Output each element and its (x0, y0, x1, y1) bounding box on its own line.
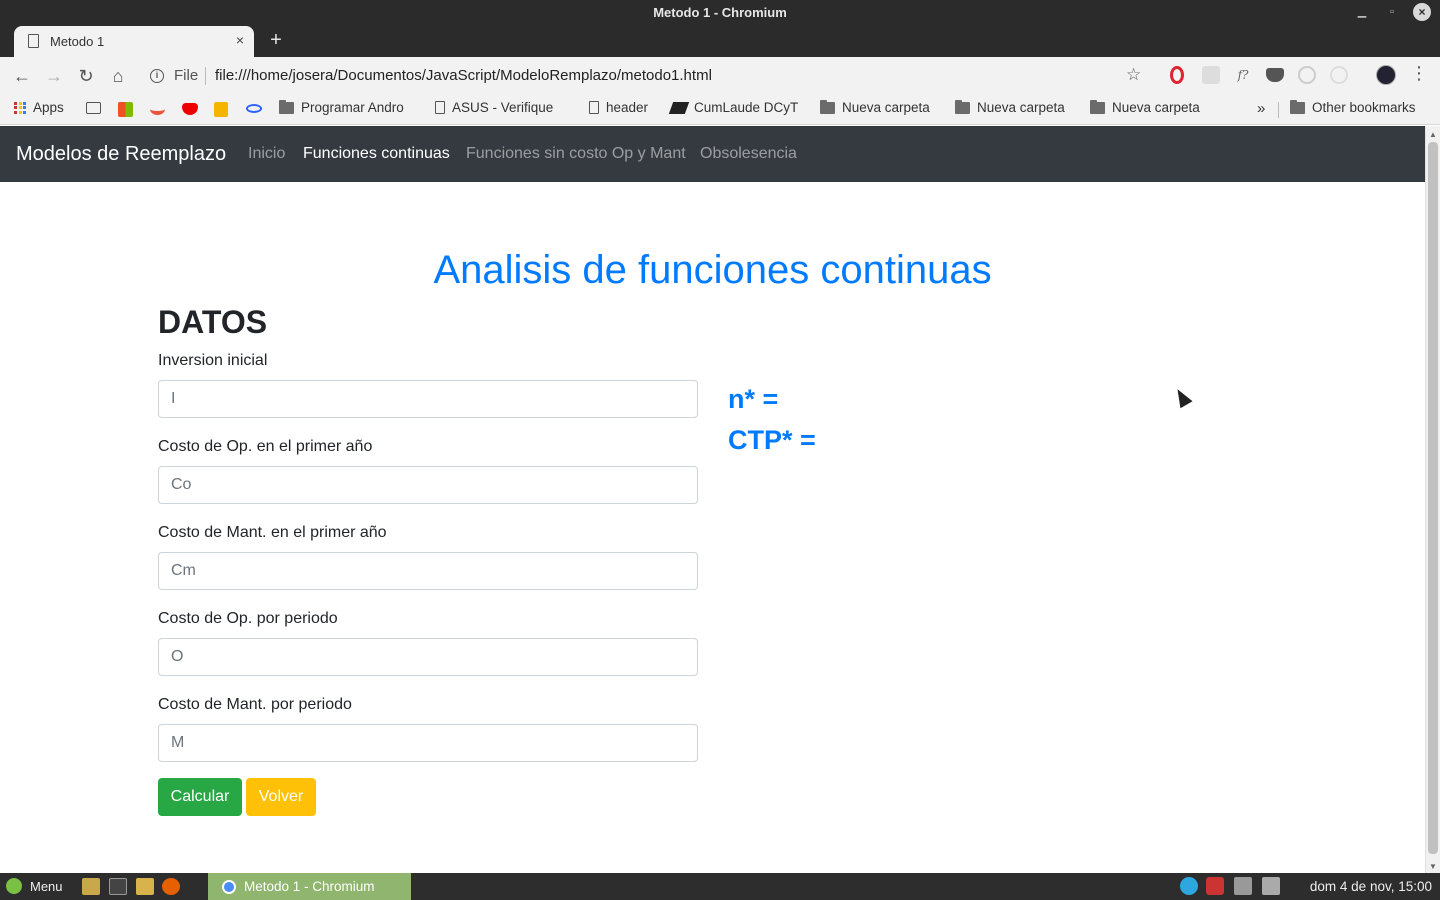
chromium-icon (222, 879, 236, 894)
bookmarks-bar: Apps Programar Andro ASUS - Verifique he… (0, 95, 1440, 125)
forward-icon[interactable]: → (42, 64, 66, 88)
nav-link-sin-costo[interactable]: Funciones sin costo Op y Mant (466, 145, 686, 163)
folder-launcher-icon[interactable] (136, 878, 154, 895)
bookmark-asus[interactable]: ASUS - Verifique (435, 100, 553, 115)
section-heading: DATOS (158, 304, 268, 340)
browser-toolbar: ← → ↻ ⌂ i File file:///home/josera/Docum… (0, 57, 1440, 95)
folder-icon (955, 99, 970, 114)
clock[interactable]: dom 4 de nov, 15:00 (1310, 879, 1432, 894)
bookmark-icon-1[interactable] (86, 102, 101, 114)
more-bookmarks-chevron[interactable]: » (1257, 100, 1265, 117)
system-taskbar: Menu Metodo 1 - Chromium dom 4 de nov, 1… (0, 873, 1440, 900)
inversion-input[interactable] (158, 380, 698, 418)
mint-logo-icon (6, 878, 22, 894)
profile-avatar[interactable] (1376, 65, 1396, 85)
ctp-star-result: CTP* = (728, 425, 816, 455)
costo-op-periodo-input[interactable] (158, 638, 698, 676)
page-icon (589, 101, 599, 114)
page-title: Analisis de funciones continuas (433, 248, 992, 292)
maximize-button[interactable]: ▫ (1383, 3, 1401, 21)
costo-op-periodo-label: Costo de Op. por periodo (158, 610, 338, 627)
costo-mant-inicial-input[interactable] (158, 552, 698, 590)
folder-icon (1290, 99, 1305, 114)
back-icon[interactable]: ← (10, 64, 34, 88)
pocket-icon[interactable] (1266, 68, 1284, 82)
microsoft-icon[interactable] (118, 102, 133, 117)
scroll-down-icon[interactable]: ▼ (1429, 862, 1437, 871)
scrollbar-thumb[interactable] (1428, 142, 1438, 854)
page-icon (435, 101, 445, 114)
address-bar[interactable]: i File file:///home/josera/Documentos/Ja… (140, 61, 1156, 91)
inversion-label: Inversion inicial (158, 352, 268, 369)
bookmark-apps[interactable]: Apps (14, 100, 64, 115)
page-icon (28, 34, 39, 48)
costo-mant-periodo-input[interactable] (158, 724, 698, 762)
calcular-button[interactable]: Calcular (158, 778, 242, 816)
info-icon[interactable]: i (150, 69, 164, 83)
tab-close-icon[interactable]: × (236, 32, 244, 48)
bookmark-folder-1[interactable]: Nueva carpeta (820, 99, 930, 115)
volver-button[interactable]: Volver (246, 778, 316, 816)
terminal-launcher-icon[interactable] (109, 878, 127, 895)
bookmarks-divider (1278, 102, 1279, 118)
bookmark-folder-2[interactable]: Nueva carpeta (955, 99, 1065, 115)
scroll-up-icon[interactable]: ▲ (1429, 130, 1437, 139)
n-star-result: n* = (728, 384, 779, 414)
window-titlebar: Metodo 1 - Chromium ▁ ▫ × (0, 0, 1440, 24)
costo-mant-inicial-label: Costo de Mant. en el primer año (158, 524, 387, 541)
url-text[interactable]: file:///home/josera/Documentos/JavaScrip… (215, 67, 712, 84)
bookmark-programar[interactable]: Programar Andro (279, 99, 404, 115)
folder-icon (279, 99, 294, 114)
volume-icon[interactable] (1262, 877, 1280, 895)
opera-icon[interactable] (1170, 66, 1184, 84)
bookmark-header[interactable]: header (589, 100, 648, 115)
costo-op-inicial-label: Costo de Op. en el primer año (158, 438, 373, 455)
bookmark-icon-6[interactable] (246, 104, 262, 113)
tab-strip: Metodo 1 × + (0, 24, 1440, 57)
site-navbar: Modelos de Reemplazo Inicio Funciones co… (0, 126, 1425, 182)
close-window-button[interactable]: × (1413, 3, 1431, 21)
folder-icon (820, 99, 835, 114)
extension-icon-3[interactable] (1330, 66, 1348, 84)
costo-op-inicial-input[interactable] (158, 466, 698, 504)
mouse-cursor-icon (1171, 385, 1193, 409)
new-tab-button[interactable]: + (266, 28, 286, 52)
omnibox-divider (205, 67, 206, 85)
bookmark-folder-3[interactable]: Nueva carpeta (1090, 99, 1200, 115)
page-viewport: Modelos de Reemplazo Inicio Funciones co… (0, 126, 1425, 873)
bookmark-icon-3[interactable] (150, 103, 165, 115)
apps-grid-icon (14, 101, 26, 114)
browser-tab[interactable]: Metodo 1 × (14, 26, 254, 57)
window-title: Metodo 1 - Chromium (653, 5, 787, 20)
shield-icon[interactable] (1206, 877, 1224, 895)
extension-icon-2[interactable] (1298, 66, 1316, 84)
tab-title: Metodo 1 (50, 34, 105, 49)
other-bookmarks[interactable]: Other bookmarks (1290, 99, 1416, 115)
firefox-launcher-icon[interactable] (162, 878, 180, 895)
folder-icon (1090, 99, 1105, 114)
files-launcher-icon[interactable] (82, 878, 100, 895)
bookmark-icon-4[interactable] (182, 103, 198, 115)
nav-link-obsolesencia[interactable]: Obsolesencia (700, 145, 797, 163)
nav-link-inicio[interactable]: Inicio (248, 145, 285, 163)
navbar-brand[interactable]: Modelos de Reemplazo (16, 143, 226, 166)
taskbar-window-chromium[interactable]: Metodo 1 - Chromium (208, 873, 411, 900)
scheme-label: File (174, 67, 199, 84)
page-scrollbar[interactable]: ▲ ▼ (1425, 126, 1440, 873)
formula-extension-icon[interactable]: f? (1234, 66, 1252, 84)
graduation-cap-icon (668, 101, 690, 114)
telegram-icon[interactable] (1180, 877, 1198, 895)
browser-menu-icon[interactable]: ⋮ (1410, 63, 1428, 84)
nav-link-funciones-continuas[interactable]: Funciones continuas (303, 145, 450, 163)
extension-icon[interactable] (1202, 66, 1220, 84)
bookmark-cumlaude[interactable]: CumLaude DCyT (668, 100, 798, 115)
bookmark-icon-5[interactable] (214, 102, 228, 117)
network-icon[interactable] (1234, 877, 1252, 895)
bookmark-star-icon[interactable]: ☆ (1126, 65, 1141, 85)
home-icon[interactable]: ⌂ (106, 64, 130, 88)
reload-icon[interactable]: ↻ (74, 64, 98, 88)
minimize-button[interactable]: ▁ (1353, 3, 1371, 21)
start-menu-button[interactable]: Menu (6, 878, 63, 894)
costo-mant-periodo-label: Costo de Mant. por periodo (158, 696, 352, 713)
